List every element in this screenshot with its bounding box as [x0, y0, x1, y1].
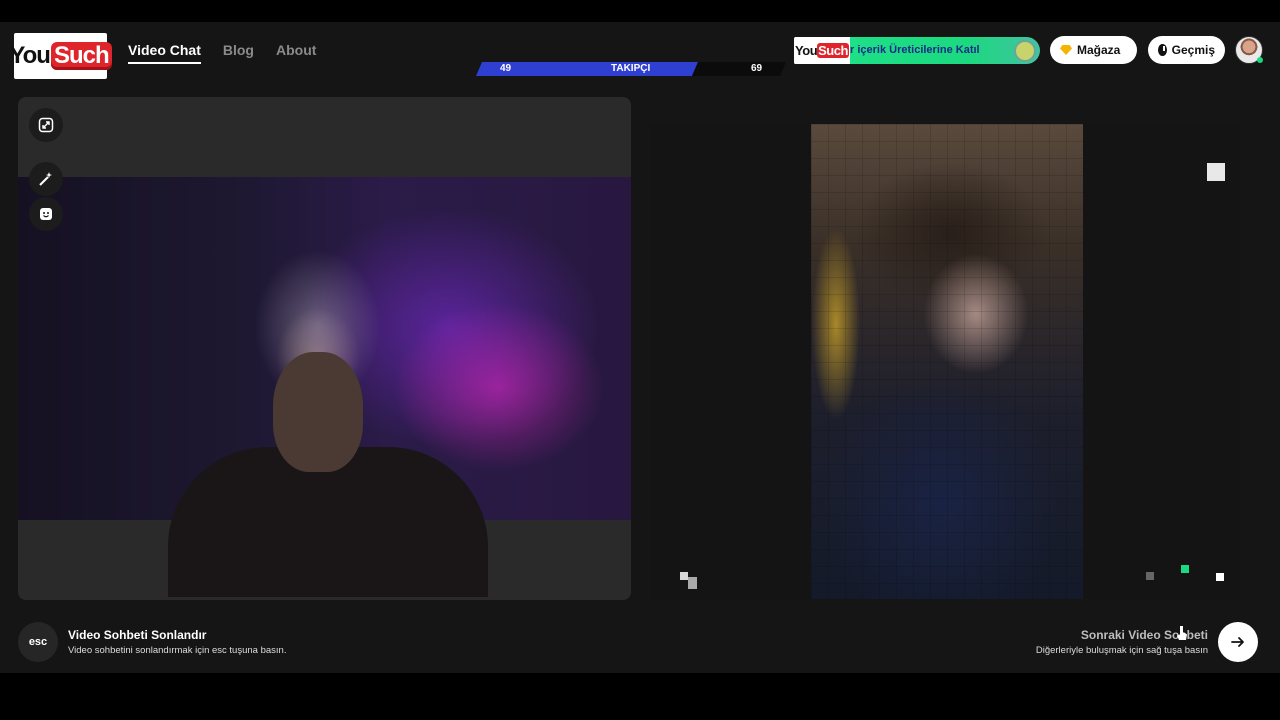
- main-nav: Video Chat Blog About: [128, 42, 316, 64]
- stop-icon[interactable]: [1207, 163, 1225, 181]
- logo-text-such: Such: [50, 42, 112, 70]
- store-label: Mağaza: [1077, 43, 1121, 57]
- follower-bar-remaining: [692, 62, 786, 76]
- magic-wand-icon: [39, 172, 52, 186]
- follower-bar: 49 TAKIPÇI 69: [476, 62, 786, 76]
- video-chat-app: You Such Video Chat Blog About 49 TAKIPÇI…: [0, 22, 1280, 673]
- expand-icon: [38, 117, 54, 133]
- history-button[interactable]: Geçmiş: [1148, 36, 1225, 64]
- clock-icon: [1158, 44, 1167, 56]
- next-chat-button[interactable]: [1218, 622, 1258, 662]
- self-video-feed: [18, 177, 631, 597]
- banner-text: r içerik Üreticilerine Katıl: [850, 44, 980, 56]
- history-label: Geçmiş: [1171, 43, 1215, 57]
- logo-text-you: You: [9, 42, 51, 69]
- pixel-artifact: [1146, 572, 1154, 580]
- next-chat-title: Sonraki Video Sohbeti: [1080, 628, 1208, 642]
- pixel-artifact: [688, 577, 697, 589]
- end-chat-title: Video Sohbeti Sonlandır: [68, 628, 207, 642]
- gem-icon: [1060, 45, 1072, 55]
- expand-button[interactable]: [29, 108, 63, 142]
- arrow-right-icon: [1231, 637, 1244, 647]
- online-status-dot: [1257, 57, 1263, 63]
- banner-decoration-icon: [1014, 40, 1036, 62]
- pixel-artifact: [1216, 573, 1224, 581]
- creator-banner[interactable]: You Such r içerik Üreticilerine Katıl: [794, 37, 1040, 64]
- nav-about[interactable]: About: [276, 42, 316, 64]
- site-logo[interactable]: You Such: [9, 33, 112, 79]
- esc-key-label: esc: [28, 636, 48, 648]
- nav-video-chat[interactable]: Video Chat: [128, 42, 201, 64]
- self-video-panel: [18, 97, 631, 600]
- banner-logo: You Such: [794, 37, 850, 64]
- self-video-person-head: [273, 352, 363, 472]
- nav-blog[interactable]: Blog: [223, 42, 254, 64]
- effects-button[interactable]: [29, 162, 63, 196]
- store-button[interactable]: Mağaza: [1050, 36, 1137, 64]
- letterbox-bottom: [0, 673, 1280, 720]
- follower-count-right: 69: [751, 63, 763, 74]
- pixel-artifact: [680, 572, 688, 580]
- next-chat-hint: Diğerleriyle buluşmak için sağ tuşa bası…: [1035, 645, 1208, 656]
- stranger-video-pixelation: [811, 124, 1083, 599]
- emoji-button[interactable]: [29, 197, 63, 231]
- banner-logo-you: You: [795, 43, 818, 58]
- banner-logo-such: Such: [817, 43, 849, 58]
- end-chat-hint: Video sohbetini sonlandırmak için esc tu…: [68, 645, 287, 656]
- follower-label: TAKIPÇI: [611, 63, 651, 74]
- emoji-icon: [40, 208, 52, 220]
- pixel-artifact: [1181, 565, 1189, 573]
- follower-count-left: 49: [500, 63, 512, 74]
- end-chat-button[interactable]: esc: [18, 622, 58, 662]
